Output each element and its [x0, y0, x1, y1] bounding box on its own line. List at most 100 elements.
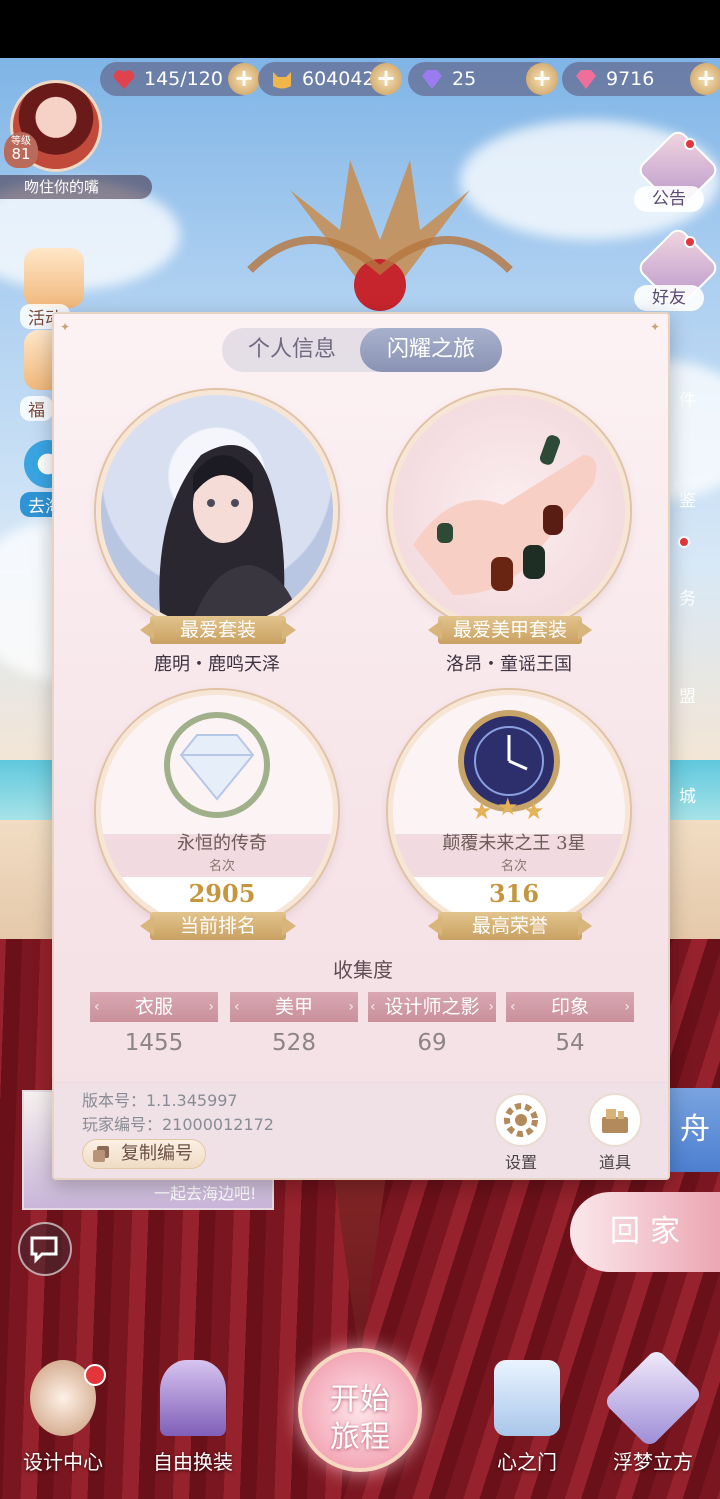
add-gold-button[interactable]: + [370, 63, 402, 95]
add-stamina-button[interactable]: + [228, 63, 260, 95]
start-label-line2: 旅程 [330, 1420, 390, 1455]
favorite-outfit-portrait[interactable] [96, 390, 338, 632]
collection-tag-clothes[interactable]: ‹ 衣服 › [90, 992, 218, 1022]
corner-star-icon: ✦ [60, 320, 71, 334]
side-item-partial-task[interactable]: 务 [679, 584, 696, 609]
side-item-partial-city[interactable]: 城 [679, 782, 696, 807]
event-icon[interactable] [24, 248, 84, 308]
level-badge: 等级 81 [4, 132, 38, 168]
favorite-nail-name: 洛昂・童谣王国 [446, 654, 572, 675]
panel-footer: 版本号：1.1.345997 玩家编号：21000012172 复制编号 设置 … [54, 1082, 668, 1178]
copy-id-button[interactable]: 复制编号 [82, 1139, 206, 1169]
svg-text:★: ★ [523, 797, 545, 825]
toolbox-icon [602, 1109, 628, 1133]
tab-shining-journey[interactable]: 闪耀之旅 [360, 328, 502, 372]
nav-label: 浮梦立方 [613, 1450, 693, 1474]
corner-star-icon: ✦ [650, 320, 661, 334]
collection-value-designer-shadow: 69 [417, 1030, 447, 1056]
highest-honor-badge[interactable]: ★ ★ ★ 颠覆未来之王 3星 名次 316 [388, 690, 630, 932]
left-item-welfare[interactable]: 福 [20, 396, 53, 421]
dream-cube-icon [602, 1347, 704, 1449]
collection-value-impression: 54 [555, 1030, 585, 1056]
favorite-nail-portrait[interactable] [388, 390, 630, 632]
crystal-value: 9716 [606, 68, 655, 90]
pink-diamond-icon [576, 70, 596, 89]
collection-tag-nails[interactable]: ‹ 美甲 › [230, 992, 358, 1022]
side-item-partial-guide[interactable]: 鉴 [679, 486, 696, 511]
chat-bubble-icon [30, 1236, 58, 1264]
add-diamond-button[interactable]: + [526, 63, 558, 95]
diamond-counter: 25 + [408, 62, 558, 96]
side-item-partial-mail[interactable]: 件 [679, 386, 696, 411]
beach-event-text: 一起去海边吧! [154, 1184, 257, 1203]
collection-value-clothes: 1455 [124, 1030, 184, 1056]
highest-honor-ribbon: 最高荣誉 [438, 912, 582, 940]
collection-tag-designer-shadow[interactable]: ‹ 设计师之影 › [368, 992, 496, 1022]
settings-label: 设置 [504, 1153, 537, 1172]
mirror-icon [160, 1360, 226, 1436]
panel-tabs: 个人信息 闪耀之旅 [222, 328, 502, 372]
svg-text:★: ★ [497, 793, 519, 821]
resource-bar: 145/120 + 604042 + 25 + 9716 + [90, 62, 720, 96]
svg-text:★: ★ [471, 797, 493, 825]
chat-button[interactable] [18, 1222, 72, 1276]
profile-panel: ✦ ✦ 个人信息 闪耀之旅 最爱套装 鹿明・鹿鸣天泽 最爱美甲套装 洛昂・童谣王… [52, 312, 670, 1180]
favorite-outfit-ribbon: 最爱套装 [150, 616, 286, 644]
nav-dream-cube[interactable]: 浮梦立方 [598, 1347, 708, 1480]
collection-title: 收集度 [333, 958, 393, 982]
gold-value: 604042 [302, 68, 375, 90]
add-crystal-button[interactable]: + [690, 63, 720, 95]
current-rank-ribbon: 当前排名 [150, 912, 286, 940]
side-item-friends[interactable]: 好友 [634, 285, 704, 311]
current-rank-sublabel: 名次 [208, 859, 235, 874]
cat-coin-icon [273, 72, 291, 89]
nav-free-dressup[interactable]: 自由换装 [138, 1360, 248, 1480]
collection-tag-impression[interactable]: ‹ 印象 › [506, 992, 634, 1022]
current-rank-badge[interactable]: 永恒的传奇 名次 2905 [96, 690, 338, 932]
current-rank-value: 2905 [188, 879, 256, 908]
items-button[interactable] [588, 1093, 642, 1147]
collection-label: 设计师之影 [384, 996, 480, 1018]
nav-heart-door[interactable]: 心之门 [472, 1360, 582, 1480]
start-journey-button[interactable]: 开始 旅程 [298, 1348, 422, 1472]
side-item-partial-alliance[interactable]: 盟 [679, 682, 696, 707]
nav-label: 设计中心 [23, 1450, 103, 1474]
heart-door-icon [494, 1360, 560, 1436]
collection-value-nails: 528 [272, 1030, 316, 1056]
items-label: 道具 [598, 1153, 631, 1172]
nav-design-center[interactable]: 设计中心 [8, 1360, 118, 1480]
current-rank-title: 永恒的传奇 [177, 833, 267, 854]
copy-icon [93, 1146, 109, 1162]
level-value: 81 [11, 145, 31, 163]
task-red-dot [678, 536, 690, 548]
heart-icon [113, 70, 135, 89]
copy-id-label: 复制编号 [121, 1143, 193, 1164]
character-illustration [159, 445, 301, 627]
friend-red-dot [684, 236, 696, 248]
collection-label: 美甲 [274, 996, 313, 1018]
stamina-counter: 145/120 + [100, 62, 260, 96]
crystal-counter: 9716 + [562, 62, 720, 96]
go-home-button[interactable]: 回家 [570, 1192, 720, 1272]
highest-honor-title: 颠覆未来之王 3星 [442, 833, 586, 854]
notice-red-dot [684, 138, 696, 150]
collection-label: 衣服 [134, 996, 173, 1018]
diamond-value: 25 [452, 68, 477, 90]
settings-button[interactable] [494, 1093, 548, 1147]
highest-honor-sublabel: 名次 [500, 859, 527, 874]
tab-personal-info[interactable]: 个人信息 [222, 328, 362, 372]
diamond-trophy-icon [164, 712, 270, 818]
gold-counter: 604042 + [258, 62, 402, 96]
manicure-hand-illustration [413, 435, 597, 595]
design-center-alert-dot [84, 1364, 106, 1386]
favorite-nail-ribbon: 最爱美甲套装 [438, 616, 582, 644]
stamina-value: 145/120 [144, 68, 223, 90]
side-item-notice[interactable]: 公告 [634, 186, 704, 212]
golden-crown-decoration [247, 160, 513, 311]
highest-honor-value: 316 [488, 879, 540, 908]
favorite-outfit-name: 鹿明・鹿鸣天泽 [154, 654, 280, 675]
diamond-icon [422, 70, 442, 89]
player-id: 玩家编号：21000012172 [82, 1115, 274, 1134]
clock-crown-icon: ★ ★ ★ [458, 710, 560, 825]
nav-label: 自由换装 [153, 1450, 233, 1474]
